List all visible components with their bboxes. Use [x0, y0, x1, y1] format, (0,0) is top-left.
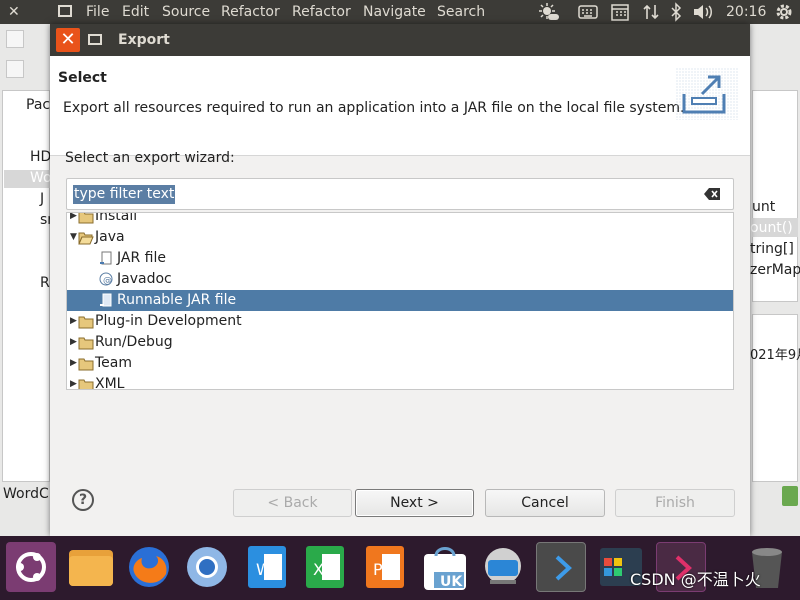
tree-item[interactable]: ▶ Plug-in Development [67, 311, 733, 332]
keyboard-icon[interactable] [578, 2, 598, 22]
outline-item-2[interactable]: ount() [750, 220, 793, 236]
dialog-title: Export [118, 32, 170, 48]
wordcount-label: WordC [3, 486, 49, 502]
svg-text:@: @ [103, 276, 112, 286]
tree-item-label: JAR file [117, 250, 166, 266]
help-icon[interactable]: ? [72, 489, 94, 511]
tree-item-wo[interactable]: Wo [30, 170, 52, 186]
calc-letter: X [313, 560, 324, 579]
menu-source[interactable]: Source [162, 0, 210, 24]
menu-file[interactable]: File [86, 0, 109, 24]
filter-box: type filter text [66, 178, 734, 210]
wizard-header: Select Export all resources required to … [50, 56, 750, 156]
export-dialog: ✕ Export Select Export all resources req… [50, 24, 750, 536]
outline-item-4[interactable]: zerMap [750, 262, 800, 278]
wizard-tree: ▶ Install ▼ Java JAR file @ Javadoc Runnable JA… [66, 212, 734, 390]
folder-icon [78, 335, 94, 350]
bluetooth-icon[interactable] [669, 2, 683, 22]
tree-item-j[interactable]: J [40, 191, 44, 207]
impress-icon[interactable]: P [360, 542, 410, 592]
software-center-icon[interactable]: UK [420, 542, 470, 592]
volume-icon[interactable] [692, 2, 714, 22]
tree-item[interactable]: Runnable JAR file [67, 290, 733, 311]
select-wizard-label: Select an export wizard: [65, 150, 235, 166]
tree-item-label: Plug-in Development [95, 313, 242, 329]
tree-item-r[interactable]: R [40, 275, 50, 291]
clear-filter-icon[interactable] [703, 187, 721, 201]
weather-icon[interactable] [538, 2, 560, 22]
package-explorer-tab[interactable]: Pac [26, 97, 50, 113]
outline-item-1[interactable]: unt [752, 199, 775, 215]
menu-navigate[interactable]: Navigate [363, 0, 426, 24]
tasks-panel [752, 314, 798, 482]
menu-refactor[interactable]: Refactor [221, 0, 280, 24]
calendar-icon[interactable] [610, 2, 630, 22]
tasks-date: 021年9月 [750, 348, 800, 363]
menu-refactor-2[interactable]: Refactor [292, 0, 351, 24]
folder-icon [78, 213, 94, 224]
maximize-button[interactable] [88, 34, 102, 45]
remmina-icon[interactable] [478, 542, 528, 592]
writer-icon[interactable]: W [242, 542, 292, 592]
folder-icon [78, 377, 94, 389]
trash-small-icon[interactable] [782, 486, 798, 506]
tree-item-hd[interactable]: HD [30, 149, 51, 165]
tree-item-label: Runnable JAR file [117, 292, 237, 308]
csdn-watermark: CSDN @不温卜火 [630, 570, 761, 589]
writer-letter: W [256, 560, 272, 579]
top-panel: ✕ File Edit Source Refactor Refactor Nav… [0, 0, 800, 24]
runnable-jar-icon [98, 293, 114, 308]
javadoc-icon: @ [98, 272, 114, 287]
chromium-icon[interactable] [182, 542, 232, 592]
tree-item-label: XML [95, 376, 125, 390]
tree-item[interactable]: JAR file [67, 248, 733, 269]
vscode-icon[interactable] [536, 542, 586, 592]
settings-gear-icon[interactable] [774, 2, 794, 22]
close-button[interactable]: ✕ [56, 28, 80, 52]
calc-icon[interactable]: X [300, 542, 350, 592]
ubuntu-logo-icon[interactable] [6, 542, 56, 592]
tree-item-label: Java [95, 229, 125, 245]
new-icon[interactable] [6, 30, 24, 48]
menu-search[interactable]: Search [437, 0, 485, 24]
import-icon[interactable] [6, 60, 24, 78]
outline-item-3[interactable]: tring[] [750, 241, 794, 257]
clock[interactable]: 20:16 [726, 2, 766, 22]
tree-item-label: Run/Debug [95, 334, 173, 350]
firefox-icon[interactable] [124, 542, 174, 592]
back-button[interactable]: < Back [233, 489, 352, 517]
wizard-page-description: Export all resources required to run an … [63, 100, 685, 116]
tree-item[interactable]: ▶ XML [67, 374, 733, 390]
impress-letter: P [373, 560, 383, 579]
tree-item[interactable]: ▶ Run/Debug [67, 332, 733, 353]
filter-input[interactable]: type filter text [73, 185, 176, 204]
files-icon[interactable] [66, 542, 116, 592]
tree-item-label: Team [95, 355, 133, 371]
next-button[interactable]: Next > [355, 489, 474, 517]
store-label: UK [440, 574, 463, 590]
folder-icon [78, 356, 94, 371]
network-icon[interactable] [642, 2, 660, 22]
tree-item[interactable]: @ Javadoc [67, 269, 733, 290]
export-banner-icon [676, 68, 738, 120]
folder-icon [78, 314, 94, 329]
cancel-button[interactable]: Cancel [485, 489, 605, 517]
wizard-page-title: Select [58, 70, 107, 86]
tree-item-label: Javadoc [117, 271, 172, 287]
close-window-icon[interactable]: ✕ [8, 0, 20, 24]
jar-file-icon [98, 251, 114, 266]
tree-item-label: Install [95, 212, 138, 224]
dialog-titlebar: ✕ Export [50, 24, 750, 56]
tree-item[interactable]: ▼ Java [67, 227, 733, 248]
restore-window-icon[interactable] [58, 5, 72, 17]
tree-item[interactable]: ▶ Install [67, 212, 733, 227]
folder-open-icon [78, 230, 94, 245]
menu-edit[interactable]: Edit [122, 0, 149, 24]
tree-item[interactable]: ▶ Team [67, 353, 733, 374]
finish-button[interactable]: Finish [615, 489, 735, 517]
